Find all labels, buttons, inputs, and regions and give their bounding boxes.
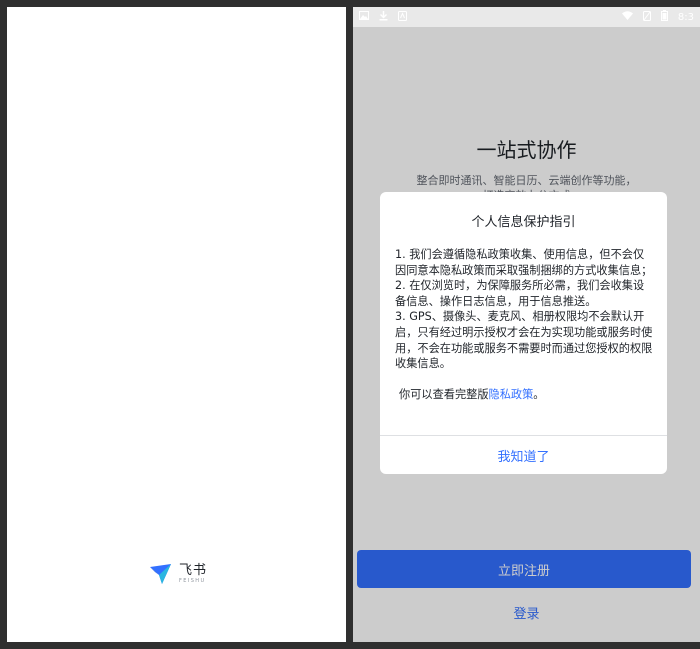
policy-suffix: 。 bbox=[533, 387, 545, 401]
wifi-icon bbox=[621, 11, 633, 23]
onboarding-screen: 8:3 一站式协作 整合即时通讯、智能日历、云端创作等功能， 打造高效办公方式 … bbox=[353, 7, 700, 642]
feishu-logo: 飞书 FEISHU bbox=[149, 563, 207, 585]
app-notification-icon bbox=[398, 10, 407, 24]
privacy-item-2: 2. 在仅浏览时，为保障服务所必需，我们会收集设备信息、操作日志信息，用于信息推… bbox=[395, 279, 645, 308]
privacy-dialog: 个人信息保护指引 1. 我们会遵循隐私政策收集、使用信息，但不会仅因同意本隐私政… bbox=[380, 192, 667, 474]
splash-screen: 飞书 FEISHU bbox=[7, 7, 346, 642]
policy-line: 你可以查看完整版隐私政策。 bbox=[395, 387, 654, 403]
image-icon bbox=[359, 11, 369, 23]
policy-prefix: 你可以查看完整版 bbox=[399, 387, 489, 401]
status-bar: 8:3 bbox=[353, 7, 700, 27]
brand-name-en: FEISHU bbox=[179, 578, 206, 584]
dialog-body: 1. 我们会遵循隐私政策收集、使用信息，但不会仅因同意本隐私政策而采取强制捆绑的… bbox=[395, 247, 654, 402]
battery-icon bbox=[660, 10, 668, 24]
privacy-policy-link[interactable]: 隐私政策 bbox=[489, 388, 534, 401]
privacy-item-3: 3. GPS、摄像头、麦克风、相册权限均不会默认开启，只有经过明示授权才会在为实… bbox=[395, 310, 653, 371]
download-icon bbox=[379, 10, 388, 24]
no-sim-icon bbox=[642, 10, 651, 24]
feishu-paper-plane-icon bbox=[150, 564, 171, 584]
dialog-title: 个人信息保护指引 bbox=[471, 215, 576, 230]
confirm-button[interactable]: 我知道了 bbox=[380, 436, 667, 474]
status-time: 8:3 bbox=[677, 11, 694, 23]
brand-name-cn: 飞书 bbox=[179, 563, 208, 578]
privacy-item-1: 1. 我们会遵循隐私政策收集、使用信息，但不会仅因同意本隐私政策而采取强制捆绑的… bbox=[395, 248, 653, 277]
